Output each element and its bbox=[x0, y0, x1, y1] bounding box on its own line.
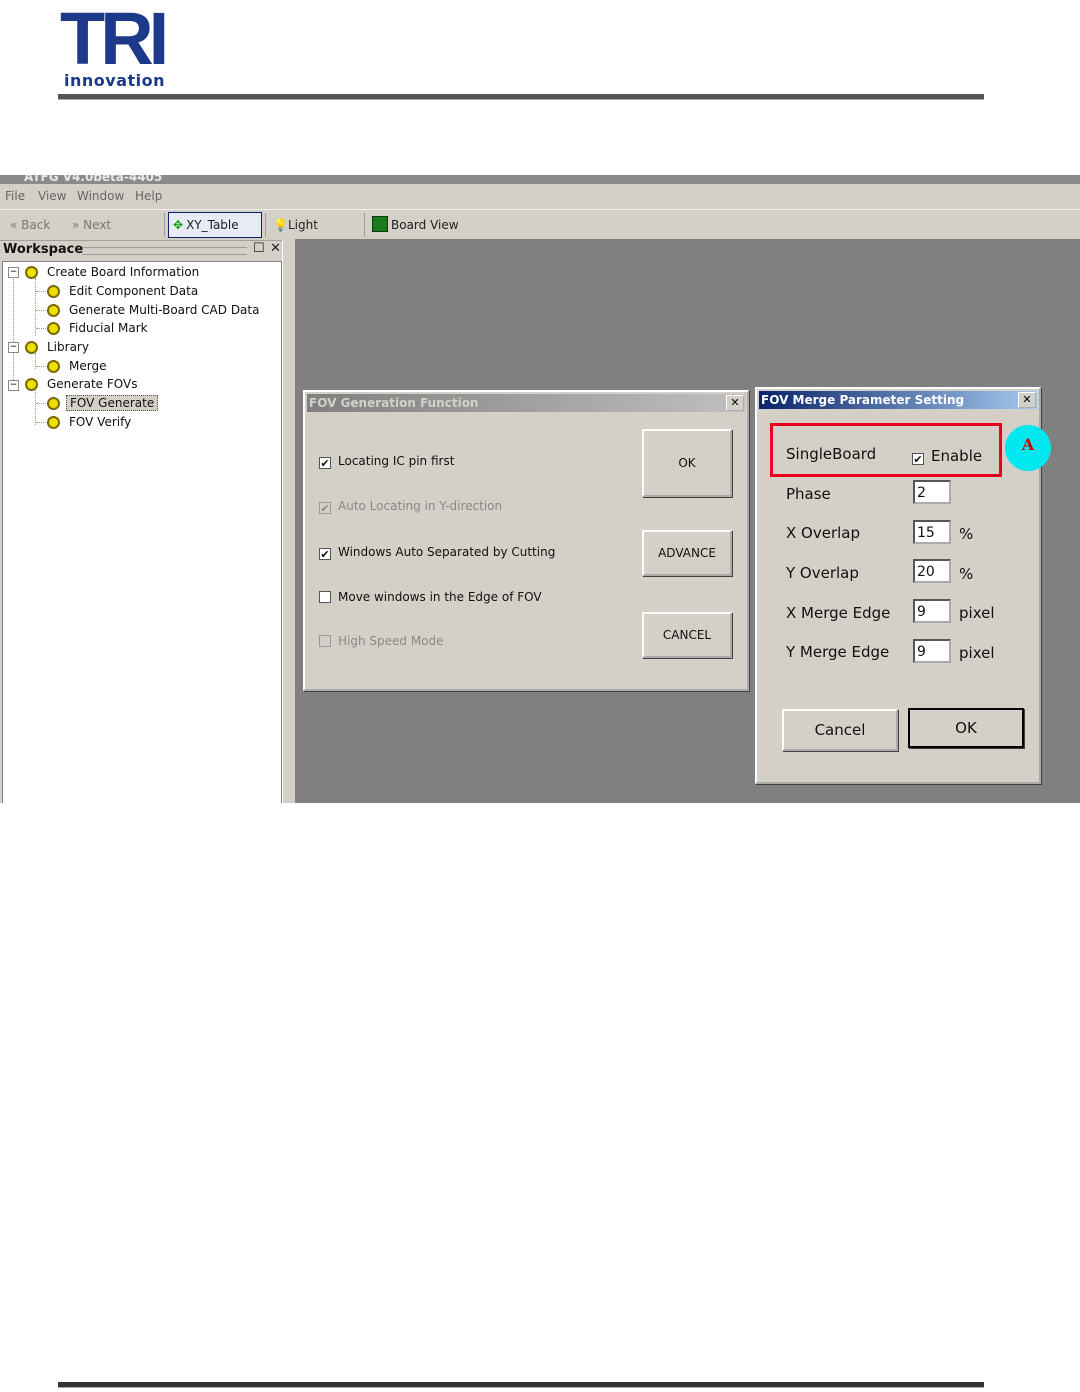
option-auto-locating-y: ✔ Auto Locating in Y-direction bbox=[319, 499, 503, 515]
ok-button[interactable]: OK bbox=[908, 708, 1024, 748]
option-locating-ic-pin-first[interactable]: ✔ Locating IC pin first bbox=[319, 454, 454, 469]
node-icon bbox=[47, 416, 60, 429]
tree-line bbox=[36, 403, 46, 404]
tree-line bbox=[36, 366, 46, 367]
app-titlebar: ATFG V4.0beta-4405 bbox=[0, 175, 1080, 184]
panel-splitter[interactable] bbox=[282, 239, 296, 803]
back-button[interactable]: « Back bbox=[10, 214, 50, 236]
callout-badge: A bbox=[1005, 425, 1051, 471]
toolbar-separator bbox=[364, 213, 365, 237]
menu-help[interactable]: Help bbox=[135, 189, 162, 203]
tree-line bbox=[13, 276, 14, 384]
app-title: ATFG V4.0beta-4405 bbox=[24, 175, 163, 184]
node-icon bbox=[47, 322, 60, 335]
checkbox-unchecked[interactable] bbox=[319, 591, 331, 603]
y-overlap-unit: % bbox=[959, 565, 974, 583]
next-icon: » bbox=[72, 218, 80, 232]
tree-item-generate-multi-board-cad-data[interactable]: Generate Multi-Board CAD Data bbox=[47, 301, 262, 319]
x-overlap-input[interactable]: 15 bbox=[913, 520, 951, 544]
header-rule bbox=[58, 94, 984, 100]
ok-button[interactable]: OK bbox=[642, 429, 732, 497]
x-overlap-unit: % bbox=[959, 525, 974, 543]
toolbar-separator bbox=[265, 213, 266, 237]
option-high-speed-mode: High Speed Mode bbox=[319, 634, 444, 648]
tree-item-edit-component-data[interactable]: Edit Component Data bbox=[47, 282, 201, 300]
workspace-tree: − Create Board Information Edit Componen… bbox=[2, 261, 282, 803]
node-icon bbox=[47, 397, 60, 410]
toolbar: « Back » Next ✥ XY_Table 💡Light Board Vie… bbox=[0, 209, 1080, 241]
dialog-title: FOV Generation Function bbox=[307, 394, 745, 412]
cancel-button[interactable]: CANCEL bbox=[642, 612, 732, 658]
tree-line bbox=[36, 422, 46, 423]
node-icon bbox=[47, 285, 60, 298]
checkbox-unchecked bbox=[319, 635, 331, 647]
menu-window[interactable]: Window bbox=[77, 189, 124, 203]
node-icon bbox=[25, 378, 38, 391]
x-merge-edge-input[interactable]: 9 bbox=[913, 599, 951, 623]
x-merge-edge-unit: pixel bbox=[959, 604, 995, 622]
cancel-button[interactable]: Cancel bbox=[782, 709, 898, 751]
collapse-toggle[interactable]: − bbox=[8, 267, 19, 278]
menu-file[interactable]: File bbox=[5, 189, 25, 203]
tree-line bbox=[35, 390, 36, 425]
y-merge-edge-unit: pixel bbox=[959, 644, 995, 662]
highlight-box bbox=[770, 423, 1002, 477]
lightbulb-icon: 💡 bbox=[273, 218, 288, 232]
menu-bar: File View Window Help bbox=[0, 185, 1080, 209]
y-merge-edge-label: Y Merge Edge bbox=[786, 643, 890, 661]
panel-grip[interactable] bbox=[82, 247, 247, 255]
xy-table-button[interactable]: ✥ XY_Table bbox=[168, 212, 262, 238]
fov-generation-dialog: FOV Generation Function ✕ ✔ Locating IC p… bbox=[303, 390, 749, 691]
maximize-icon[interactable]: ☐ bbox=[253, 241, 265, 256]
tree-item-fiducial-mark[interactable]: Fiducial Mark bbox=[47, 319, 151, 337]
phase-input[interactable]: 2 bbox=[913, 480, 951, 504]
tree-item-fov-generate[interactable]: FOV Generate bbox=[47, 394, 159, 412]
option-move-windows-edge[interactable]: Move windows in the Edge of FOV bbox=[319, 590, 542, 604]
tree-item-create-board-information[interactable]: Create Board Information bbox=[25, 263, 202, 281]
node-icon bbox=[47, 360, 60, 373]
logo-tagline: innovation bbox=[64, 71, 165, 90]
tree-line bbox=[36, 291, 46, 292]
toolbar-separator bbox=[164, 213, 165, 237]
menu-view[interactable]: View bbox=[38, 189, 66, 203]
checkbox-checked[interactable]: ✔ bbox=[319, 548, 331, 560]
tree-item-merge[interactable]: Merge bbox=[47, 357, 109, 375]
close-icon[interactable]: ✕ bbox=[726, 395, 744, 411]
x-merge-edge-label: X Merge Edge bbox=[786, 604, 891, 622]
phase-label: Phase bbox=[786, 485, 831, 503]
option-windows-auto-separated[interactable]: ✔ Windows Auto Separated by Cutting bbox=[319, 545, 555, 560]
advance-button[interactable]: ADVANCE bbox=[642, 530, 732, 576]
tree-item-generate-fovs[interactable]: Generate FOVs bbox=[25, 375, 140, 393]
tree-line bbox=[36, 328, 46, 329]
x-overlap-label: X Overlap bbox=[786, 524, 861, 542]
next-button[interactable]: » Next bbox=[72, 214, 111, 236]
y-overlap-label: Y Overlap bbox=[786, 564, 859, 582]
move-arrows-icon: ✥ bbox=[173, 218, 184, 232]
node-icon bbox=[25, 341, 38, 354]
node-icon bbox=[47, 304, 60, 317]
collapse-toggle[interactable]: − bbox=[8, 342, 19, 353]
checkbox-checked[interactable]: ✔ bbox=[319, 457, 331, 469]
board-view-button[interactable]: Board View bbox=[372, 214, 459, 236]
tree-line bbox=[36, 310, 46, 311]
y-overlap-input[interactable]: 20 bbox=[913, 559, 951, 583]
y-merge-edge-input[interactable]: 9 bbox=[913, 639, 951, 663]
collapse-toggle[interactable]: − bbox=[8, 380, 19, 391]
light-button[interactable]: 💡Light bbox=[273, 214, 318, 236]
close-icon[interactable]: ✕ bbox=[270, 241, 281, 256]
node-icon bbox=[25, 266, 38, 279]
checkbox-checked: ✔ bbox=[319, 502, 331, 515]
footer-rule bbox=[58, 1382, 984, 1388]
back-icon: « bbox=[10, 218, 18, 232]
dialog-title: FOV Merge Parameter Setting bbox=[759, 391, 1037, 409]
board-icon bbox=[372, 216, 388, 232]
workspace-title: Workspace bbox=[3, 242, 84, 257]
app-screenshot: ATFG V4.0beta-4405 File View Window Help… bbox=[0, 175, 1080, 803]
tri-logo: TRI bbox=[60, 0, 169, 80]
close-icon[interactable]: ✕ bbox=[1018, 392, 1036, 408]
tree-item-fov-verify[interactable]: FOV Verify bbox=[47, 413, 134, 431]
workspace-header: Workspace ☐ ✕ bbox=[0, 239, 290, 261]
tree-item-library[interactable]: Library bbox=[25, 338, 92, 356]
